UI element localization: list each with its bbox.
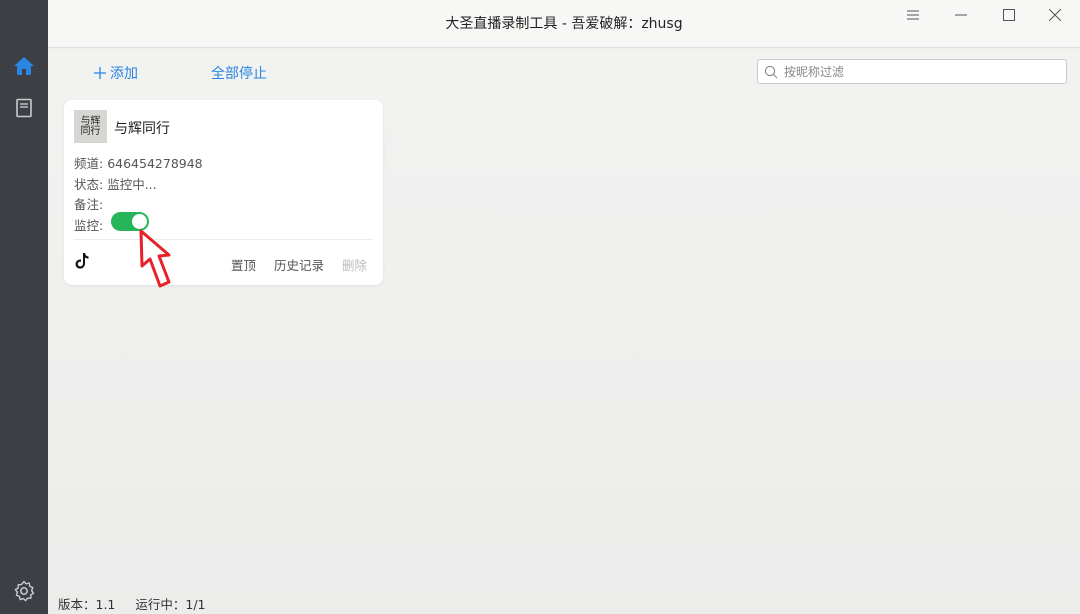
search-input[interactable] bbox=[784, 64, 1066, 79]
tiktok-icon bbox=[75, 253, 89, 269]
pin-button[interactable]: 置顶 bbox=[231, 255, 256, 274]
maximize-icon bbox=[1003, 9, 1015, 21]
menu-button[interactable] bbox=[890, 0, 936, 30]
running-text: 运行中：1/1 bbox=[135, 597, 206, 612]
history-button[interactable]: 历史记录 bbox=[274, 255, 324, 274]
monitor-row: 监控: bbox=[74, 215, 103, 234]
channel-label: 频道: bbox=[74, 156, 104, 171]
book-icon bbox=[16, 98, 32, 118]
note-row: 备注: bbox=[74, 194, 103, 213]
stop-all-label: 全部停止 bbox=[211, 66, 267, 82]
close-button[interactable] bbox=[1032, 0, 1078, 30]
status-value: 监控中... bbox=[107, 177, 157, 192]
channel-card: 与辉 同行 与辉同行 频道: 646454278948 状态: 监控中... 备… bbox=[64, 100, 383, 285]
status-row: 状态: 监控中... bbox=[74, 174, 157, 193]
sidebar-settings[interactable] bbox=[12, 579, 36, 603]
version-text: 版本：1.1 bbox=[58, 597, 116, 612]
home-icon bbox=[14, 57, 34, 75]
sidebar bbox=[0, 0, 48, 614]
status-bar: 版本：1.1 运行中：1/1 bbox=[58, 594, 206, 613]
plus-icon bbox=[94, 67, 106, 79]
status-label: 状态: bbox=[74, 177, 104, 192]
note-label: 备注: bbox=[74, 197, 104, 212]
gear-icon bbox=[14, 580, 35, 602]
title-bar: 大圣直播录制工具 - 吾爱破解：zhusg bbox=[48, 0, 1080, 48]
monitor-label: 监控: bbox=[74, 218, 104, 233]
close-icon bbox=[1049, 9, 1061, 21]
toggle-knob bbox=[132, 214, 147, 229]
maximize-button[interactable] bbox=[986, 0, 1032, 30]
main-content: 添加 全部停止 与辉 同行 与辉同行 频道: 646454278948 状态: … bbox=[48, 49, 1080, 614]
search-icon bbox=[764, 65, 778, 78]
add-button[interactable]: 添加 bbox=[94, 63, 138, 83]
channel-name: 与辉同行 bbox=[114, 121, 170, 137]
sidebar-item-records[interactable] bbox=[12, 96, 36, 120]
channel-row: 频道: 646454278948 bbox=[74, 153, 203, 172]
avatar: 与辉 同行 bbox=[74, 110, 107, 143]
menu-icon bbox=[907, 10, 919, 20]
channel-value: 646454278948 bbox=[107, 156, 203, 171]
annotation-arrow bbox=[139, 229, 171, 288]
card-divider bbox=[74, 239, 373, 240]
search-box bbox=[757, 59, 1067, 84]
minimize-icon bbox=[955, 14, 967, 16]
minimize-button[interactable] bbox=[938, 0, 984, 30]
delete-button[interactable]: 删除 bbox=[342, 255, 367, 274]
sidebar-item-home[interactable] bbox=[12, 54, 36, 78]
stop-all-button[interactable]: 全部停止 bbox=[211, 63, 267, 83]
avatar-text: 与辉 同行 bbox=[80, 115, 101, 137]
add-button-label: 添加 bbox=[110, 66, 138, 82]
